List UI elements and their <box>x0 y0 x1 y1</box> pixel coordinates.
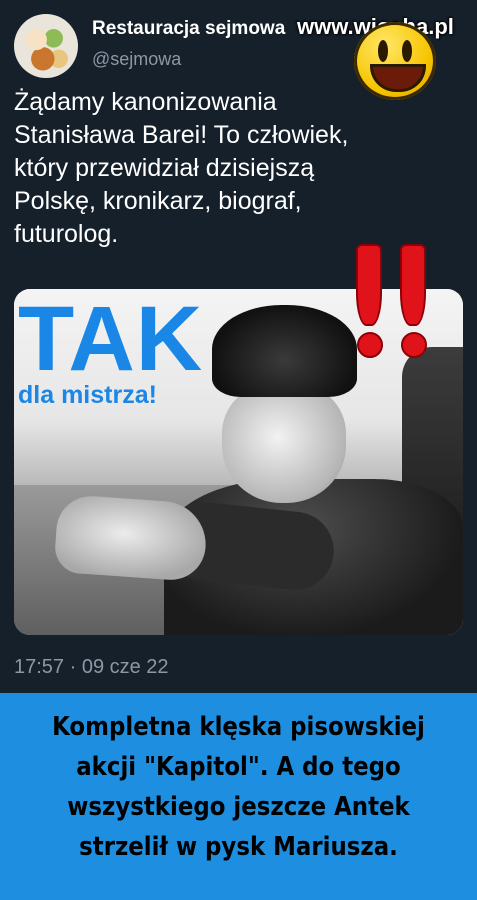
smiley-left-eye <box>378 40 388 62</box>
tweet-text-line: Polskę, kronikarz, biograf, <box>14 187 302 215</box>
tweet-text-line: Żądamy kanonizowania <box>14 88 277 116</box>
tweet-timestamp[interactable]: 17:57 · 09 cze 22 <box>14 656 169 679</box>
caption-text: Kompletna klęska pisowskiej akcji "Kapit… <box>41 707 436 867</box>
caption-banner: Kompletna klęska pisowskiej akcji "Kapit… <box>0 693 477 900</box>
media-subline: dla mistrza! <box>18 381 157 409</box>
exclamation-dot <box>357 332 383 358</box>
profile-avatar[interactable] <box>14 14 78 78</box>
photo-face <box>222 383 346 503</box>
exclamation-dot <box>401 332 427 358</box>
media-headline: TAK <box>18 289 204 390</box>
caption-line: akcji "Kapitol". A do tego <box>76 752 401 782</box>
tweet-text: Żądamy kanonizowania Stanisława Barei! T… <box>14 86 424 251</box>
tweet-card: Restauracja sejmowa @sejmowa www.wiocha.… <box>0 0 477 693</box>
exclamation-stem <box>356 244 382 326</box>
photo-fur-hat <box>212 305 357 397</box>
exclamation-mark-icon <box>352 244 383 360</box>
caption-line: strzelił w pysk Mariusza. <box>79 832 398 862</box>
photo-pointing-hand <box>53 493 209 583</box>
account-handle[interactable]: @sejmowa <box>92 49 181 70</box>
exclamation-stem <box>400 244 426 326</box>
caption-line: Kompletna klęska pisowskiej <box>52 712 425 742</box>
tweet-text-line: Stanisława Barei! To człowiek, <box>14 121 349 149</box>
exclamation-mark-icon <box>396 244 427 360</box>
account-name[interactable]: Restauracja sejmowa <box>92 18 285 40</box>
smiley-right-eye <box>402 40 412 62</box>
caption-line: wszystkiego jeszcze Antek <box>67 792 410 822</box>
tweet-text-line: który przewidział dzisiejszą <box>14 154 315 182</box>
